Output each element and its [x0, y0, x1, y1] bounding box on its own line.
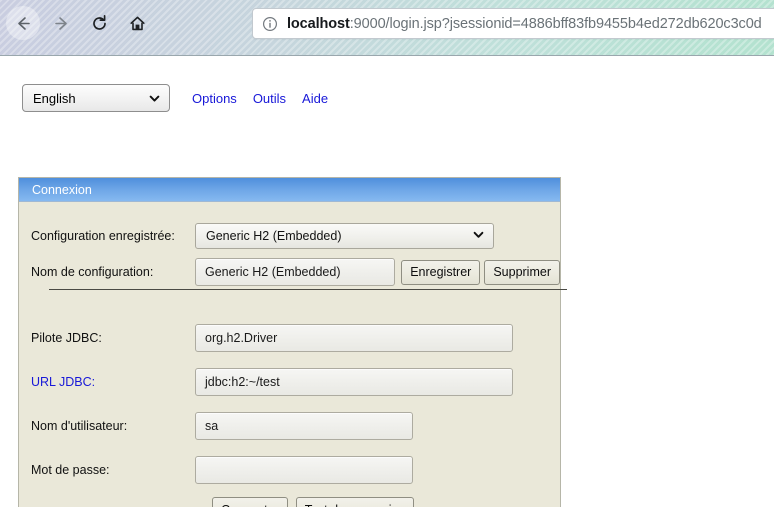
jdbc-url-label[interactable]: URL JDBC: [31, 375, 195, 389]
username-value: sa [205, 419, 219, 433]
url-path: :9000/login.jsp?jsessionid=4886bff83fb94… [349, 15, 762, 32]
form-row-config-name: Nom de configuration: Generic H2 (Embedd… [19, 254, 560, 290]
form-row-username: Nom d'utilisateur: sa [19, 408, 560, 444]
config-name-label: Nom de configuration: [31, 265, 154, 279]
page-content: English Options Outils Aide Connexion Co… [0, 56, 774, 507]
password-label: Mot de passe: [31, 463, 110, 477]
home-icon [128, 14, 147, 33]
panel-header: Connexion [19, 178, 560, 202]
form-row-jdbc-url: URL JDBC: jdbc:h2:~/test [19, 364, 560, 400]
toolbar-link-aide[interactable]: Aide [302, 91, 328, 106]
url-bar[interactable]: localhost:9000/login.jsp?jsessionid=4886… [252, 8, 774, 39]
home-button[interactable] [120, 6, 154, 40]
connect-button[interactable]: Connecter [212, 497, 288, 507]
delete-config-button[interactable]: Supprimer [484, 259, 560, 285]
jdbc-driver-value: org.h2.Driver [205, 331, 278, 345]
reload-button[interactable] [82, 6, 116, 40]
test-connection-button[interactable]: Test de connexion [295, 497, 415, 507]
back-button[interactable] [6, 6, 40, 40]
forward-button[interactable] [44, 6, 78, 40]
chevron-down-icon [148, 92, 161, 105]
panel-body: Configuration enregistrée: Generic H2 (E… [19, 202, 567, 507]
saved-config-value: Generic H2 (Embedded) [206, 229, 342, 243]
form-row-saved-config: Configuration enregistrée: Generic H2 (E… [19, 218, 560, 254]
reload-icon [90, 14, 109, 33]
chevron-down-icon [472, 228, 485, 244]
language-select-value: English [33, 90, 76, 106]
app-toolbar: English Options Outils Aide [22, 84, 328, 112]
username-input[interactable]: sa [195, 412, 413, 440]
browser-nav-buttons [6, 6, 154, 40]
section-divider [49, 289, 567, 290]
toolbar-link-options[interactable]: Options [192, 91, 237, 106]
url-host: localhost [287, 15, 350, 32]
jdbc-driver-input[interactable]: org.h2.Driver [195, 324, 513, 352]
saved-config-label: Configuration enregistrée: [31, 229, 175, 243]
form-row-password: Mot de passe: [19, 452, 560, 488]
config-name-input[interactable]: Generic H2 (Embedded) [195, 258, 396, 286]
saved-config-select[interactable]: Generic H2 (Embedded) [195, 223, 494, 249]
info-circle-icon[interactable] [262, 16, 278, 32]
config-name-value: Generic H2 (Embedded) [205, 265, 341, 279]
login-panel: Connexion Configuration enregistrée: Gen… [18, 177, 567, 507]
back-arrow-icon [14, 14, 33, 33]
jdbc-url-input[interactable]: jdbc:h2:~/test [195, 368, 513, 396]
toolbar-link-outils[interactable]: Outils [253, 91, 286, 106]
url-text: localhost:9000/login.jsp?jsessionid=4886… [287, 16, 762, 32]
password-input[interactable] [195, 456, 413, 484]
username-label: Nom d'utilisateur: [31, 419, 128, 433]
browser-chrome: localhost:9000/login.jsp?jsessionid=4886… [0, 0, 774, 56]
jdbc-driver-label: Pilote JDBC: [31, 331, 102, 345]
jdbc-url-value: jdbc:h2:~/test [205, 375, 280, 389]
save-config-button[interactable]: Enregistrer [401, 259, 481, 285]
action-row: Connecter Test de connexion [19, 497, 560, 507]
language-select[interactable]: English [22, 84, 170, 112]
panel-title: Connexion [32, 182, 92, 197]
form-row-jdbc-driver: Pilote JDBC: org.h2.Driver [19, 320, 560, 356]
forward-arrow-icon [52, 14, 71, 33]
